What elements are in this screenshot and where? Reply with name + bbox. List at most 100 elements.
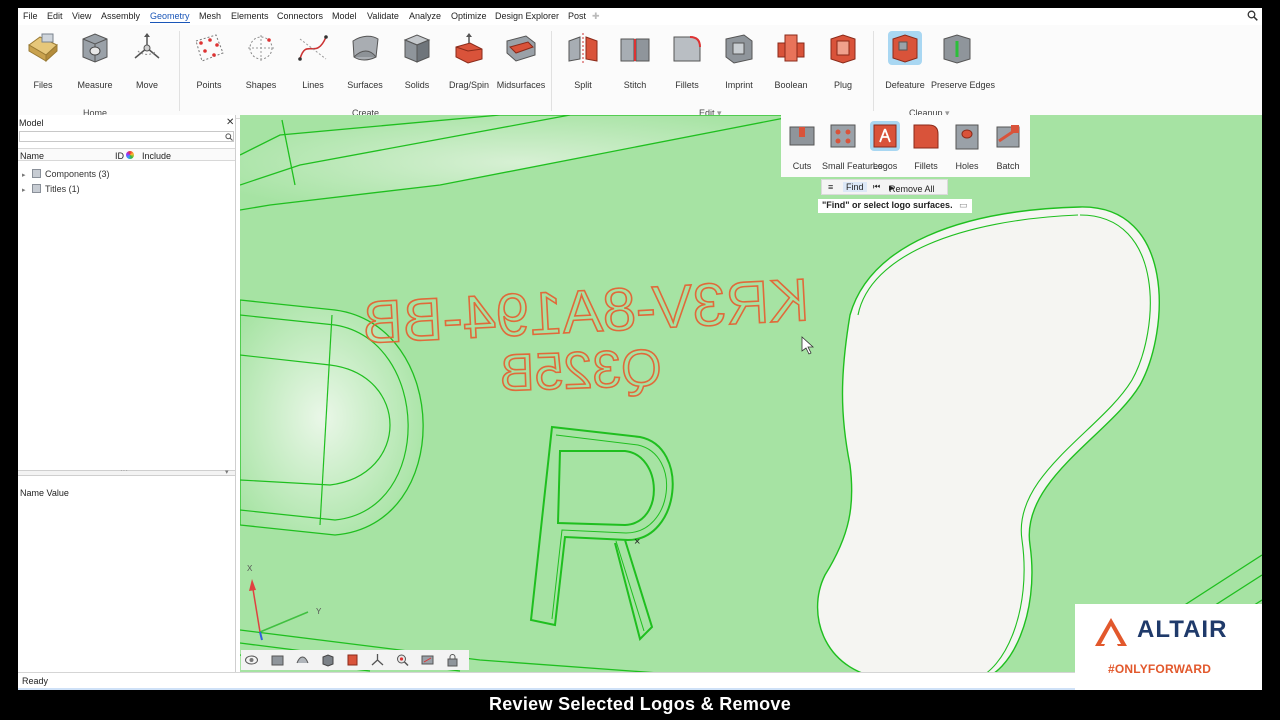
plug-tool[interactable]: Plug [817,31,869,90]
holes-label: Holes [955,161,979,171]
measure-tool[interactable]: Measure [69,31,121,90]
column-id[interactable]: ID [115,151,124,161]
logos-tool[interactable]: Logos [864,121,906,171]
files-tool[interactable]: Files [18,31,69,90]
find-button[interactable]: Find [843,182,867,192]
menu-model[interactable]: Model [332,11,357,21]
tree-row-components[interactable]: ▸ Components (3) [22,169,110,181]
fillets-icon [913,124,939,149]
tree-row-titles[interactable]: ▸ Titles (1) [22,184,80,196]
solids-tool[interactable]: Solids [391,31,443,90]
axes-view-icon[interactable] [370,653,385,667]
defeature-tool[interactable]: Defeature [879,31,931,90]
fillets-defeature-tool[interactable]: Fillets [905,121,947,171]
menu-connectors[interactable]: Connectors [277,11,323,21]
fillets-icon [673,36,701,62]
search-icon[interactable] [225,133,233,141]
stitch-label: Stitch [623,80,647,90]
menu-edit[interactable]: Edit [47,11,63,21]
small-features-label: Small Features [822,161,883,171]
menu-mesh[interactable]: Mesh [199,11,221,21]
menu-lines-icon[interactable]: ≡ [828,182,833,192]
video-icon[interactable]: ▭ [959,200,968,210]
solids-icon [403,34,431,63]
axis-x-label: X [247,564,253,573]
chevron-right-icon[interactable]: ▸ [22,171,32,179]
color-wheel-icon[interactable] [126,151,134,159]
lines-tool[interactable]: Lines [287,31,339,90]
drag-spin-icon [455,33,483,64]
small-features-tool[interactable]: Small Features [822,121,883,171]
menu-geometry[interactable]: Geometry [150,11,190,23]
model-geometry[interactable]: KR3V-8A194-BB Q325B X Y × [240,115,1262,679]
imprint-label: Imprint [725,80,753,90]
preserve-edges-label: Preserve Edges [931,80,996,90]
close-icon[interactable]: ✕ [226,117,234,128]
defeature-toolbar: Cuts Small Features Logos Fillets Holes … [781,115,1030,177]
search-icon[interactable] [1247,10,1258,21]
move-label: Move [135,80,158,90]
menu-view[interactable]: View [72,11,91,21]
menu-optimize[interactable]: Optimize [451,11,487,21]
split-label: Split [574,80,592,90]
altair-logo-icon [1095,618,1127,646]
drag-spin-tool[interactable]: Drag/Spin [443,31,495,90]
shapes-icon [248,35,274,61]
chevron-right-icon[interactable]: ▸ [22,186,32,194]
menu-design-explorer[interactable]: Design Explorer [495,11,559,21]
hint-message: "Find" or select logo surfaces. ▭ [818,199,972,213]
graphics-viewport[interactable]: KR3V-8A194-BB Q325B X Y × [240,115,1262,679]
column-include[interactable]: Include [142,151,171,161]
video-caption: Review Selected Logos & Remove [488,694,792,714]
split-tool[interactable]: Split [557,31,609,90]
view-settings-icon[interactable] [420,653,435,667]
menu-elements[interactable]: Elements [231,11,269,21]
lock-icon[interactable] [445,653,460,667]
rotate-view-icon[interactable] [244,653,259,667]
boolean-tool[interactable]: Boolean [765,31,817,90]
element-view-icon[interactable] [345,653,360,667]
midsurfaces-tool[interactable]: Midsurfaces [495,31,547,90]
batch-tool[interactable]: Batch [987,121,1029,171]
menu-analyze[interactable]: Analyze [409,11,441,21]
zoom-icon[interactable] [395,653,410,667]
move-tool[interactable]: Move [121,31,173,90]
points-tool[interactable]: Points [183,31,235,90]
rewind-icon[interactable]: ⏮ [873,182,880,192]
surfaces-tool[interactable]: Surfaces [339,31,391,90]
stitch-tool[interactable]: Stitch [609,31,661,90]
menu-bar: File Edit View Assembly Geometry Mesh El… [18,8,1262,25]
altair-tagline: #ONLYFORWARD [1108,662,1212,676]
selected-logo[interactable]: KR3V-8A194-BB Q325B [360,265,811,403]
group-divider [179,31,180,111]
column-name[interactable]: Name [20,151,44,161]
preserve-edges-tool[interactable]: Preserve Edges [931,31,996,90]
surfaces-icon [352,35,379,61]
chevron-down-icon[interactable]: ▾ [225,468,229,476]
model-search-input[interactable] [19,131,234,142]
holes-icon [955,124,979,150]
menu-assembly[interactable]: Assembly [101,11,140,21]
view-toolbar [241,650,469,670]
holes-tool[interactable]: Holes [946,121,988,171]
panel-splitter[interactable]: ··· ▾ [18,466,235,476]
fillets-tool[interactable]: Fillets [661,31,713,90]
solid-view-icon[interactable] [320,653,335,667]
menu-validate[interactable]: Validate [367,11,399,21]
surface-view-icon[interactable] [295,653,310,667]
component-view-icon[interactable] [270,653,285,667]
lines-icon [298,35,328,61]
defeature-label: Defeature [885,80,925,90]
midsurfaces-label: Midsurfaces [496,80,546,90]
mouse-cursor [801,336,815,355]
solids-label: Solids [404,80,430,90]
add-ribbon-icon[interactable]: ✚ [592,11,600,22]
menu-file[interactable]: File [23,11,38,21]
fillets-label: Fillets [675,80,699,90]
surfaces-label: Surfaces [347,80,383,90]
shapes-tool[interactable]: Shapes [235,31,287,90]
cuts-tool[interactable]: Cuts [781,121,823,171]
imprint-tool[interactable]: Imprint [713,31,765,90]
menu-post[interactable]: Post [568,11,586,21]
points-icon [195,34,224,62]
